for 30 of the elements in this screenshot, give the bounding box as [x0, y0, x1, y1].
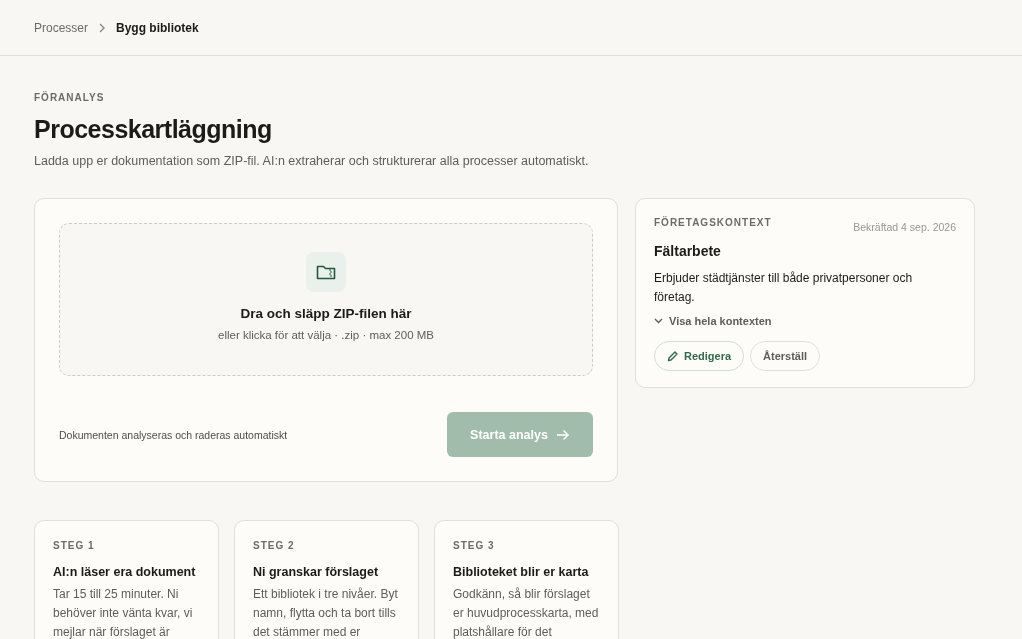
step-text: Tar 15 till 25 minuter. Ni behöver inte vänta kvar, vi mejlar när förslaget är — [53, 586, 194, 639]
edit-button[interactable]: Redigera — [654, 341, 745, 371]
step-label: STEG 3 — [453, 540, 496, 551]
step-title: AI:n läser era dokument — [53, 564, 197, 580]
show-context-toggle[interactable]: Visa hela kontexten — [654, 315, 772, 327]
drop-title: Dra och släpp ZIP-filen här — [240, 306, 412, 321]
step-title: Ni granskar förslaget — [253, 564, 380, 580]
context-eyebrow: FÖRETAGSKONTEXT — [654, 217, 772, 228]
chevron-down-icon — [654, 318, 663, 324]
step-text: Godkänn, så blir förslaget er huvudprocesskarta, med platshållare för det — [453, 586, 600, 639]
breadcrumb-link[interactable]: Processer — [34, 20, 89, 35]
company-name: Fältarbete — [654, 243, 722, 259]
section-eyebrow: FÖRANALYS — [34, 92, 106, 103]
company-description: Erbjuder städtjänster till både privatpersoner och företag. — [654, 270, 914, 306]
step-title: Biblioteket blir er karta — [453, 564, 590, 580]
pencil-icon — [667, 350, 678, 362]
chevron-right-icon — [98, 22, 107, 33]
step-text: Ett bibliotek i tre nivåer. Byt namn, flytta och ta bort tills det stämmer med er — [253, 586, 399, 639]
confirmed-date: Bekräftad 4 sep. 2026 — [853, 221, 956, 233]
privacy-note: Dokumenten analyseras och raderas automatiskt — [59, 428, 288, 441]
step-label: STEG 2 — [253, 540, 296, 551]
reset-button[interactable]: Återställ — [750, 341, 821, 371]
step-label: STEG 1 — [53, 540, 96, 551]
page-subtitle: Ladda upp er dokumentation som ZIP-fil. AI:n extraherar och strukturerar alla processer automatiskt. — [34, 154, 590, 168]
page-title: Processkartläggning — [34, 115, 273, 144]
breadcrumb-current: Bygg bibliotek — [116, 20, 199, 35]
arrow-right-icon — [555, 428, 570, 441]
zip-folder-icon — [306, 252, 346, 292]
drop-hint: eller klicka för att välja · .zip · max 200 MB — [218, 329, 434, 341]
drop-zone[interactable]: Dra och släpp ZIP-filen här eller klicka för att välja · .zip · max 200 MB — [59, 223, 593, 376]
